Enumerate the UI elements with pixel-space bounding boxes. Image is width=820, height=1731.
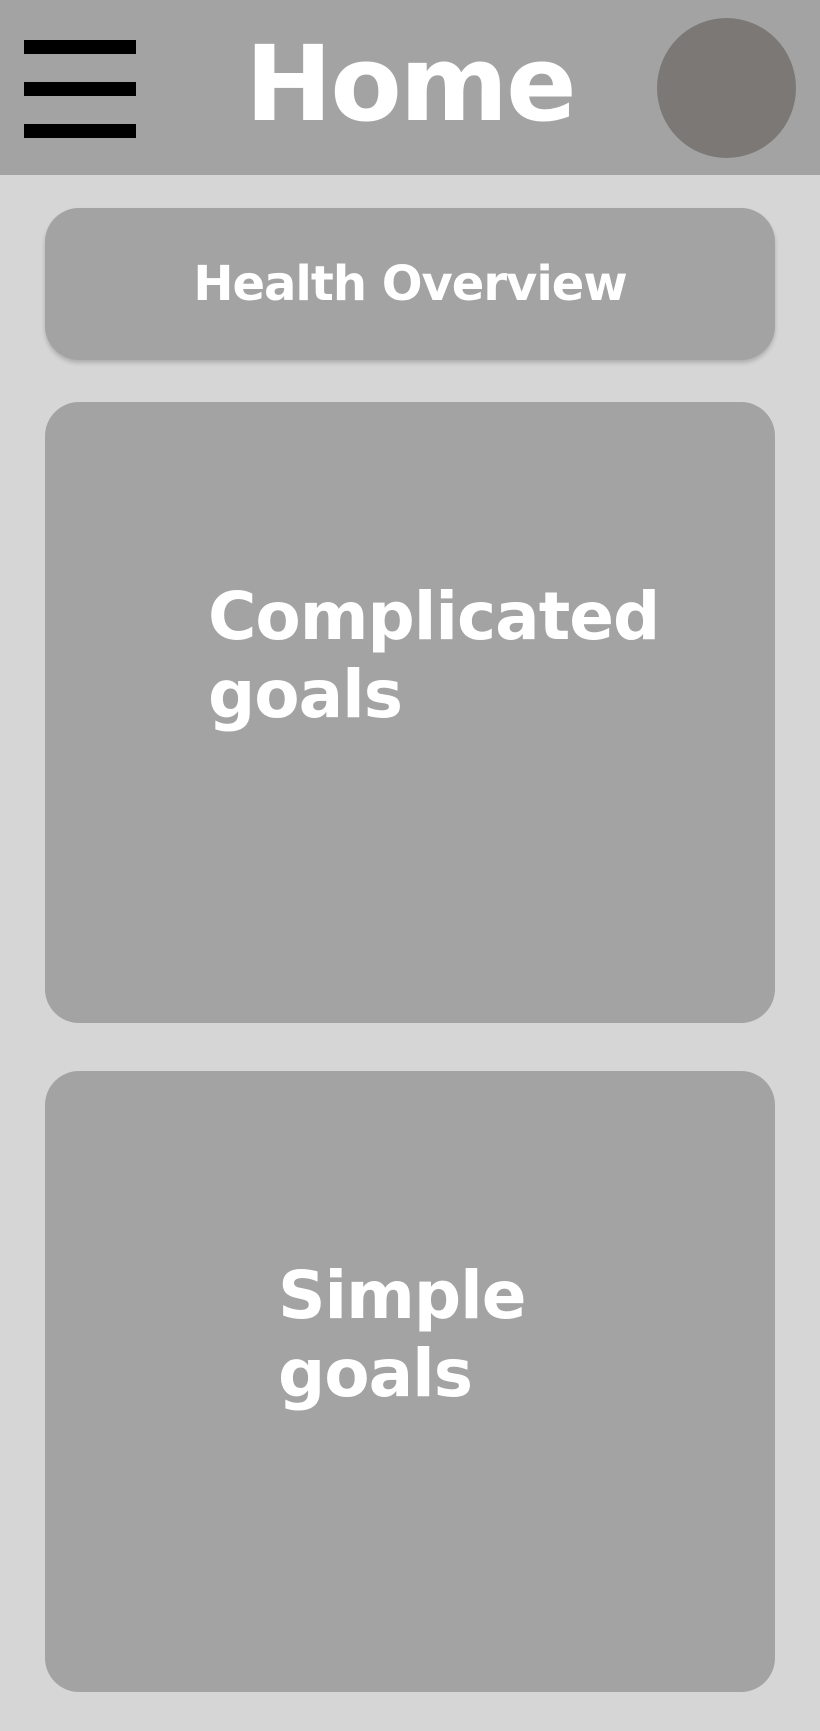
- health-overview-button[interactable]: Health Overview: [45, 208, 775, 360]
- simple-goals-line2: goals: [278, 1335, 473, 1412]
- health-overview-label: Health Overview: [193, 256, 627, 312]
- complicated-goals-title: Complicated goals: [208, 578, 660, 734]
- complicated-goals-line1: Complicated: [208, 578, 660, 655]
- menu-bar-bottom: [24, 124, 136, 138]
- simple-goals-title: Simple goals: [278, 1257, 527, 1413]
- complicated-goals-card[interactable]: Complicated goals: [45, 402, 775, 1023]
- complicated-goals-line2: goals: [208, 656, 403, 733]
- simple-goals-card[interactable]: Simple goals: [45, 1071, 775, 1692]
- avatar[interactable]: [657, 18, 796, 158]
- hamburger-menu-icon[interactable]: [24, 40, 136, 138]
- page-title: Home: [245, 23, 576, 145]
- app-header: Home: [0, 0, 820, 175]
- menu-bar-middle: [24, 82, 136, 96]
- simple-goals-line1: Simple: [278, 1257, 527, 1334]
- menu-bar-top: [24, 40, 136, 54]
